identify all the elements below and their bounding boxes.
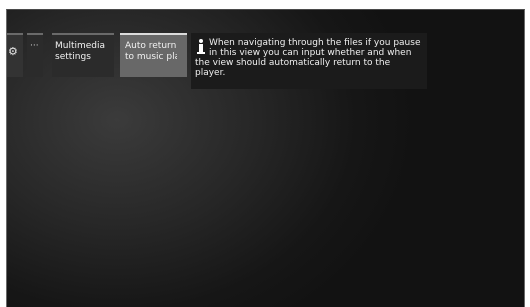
player-screen: ⚙ ··· Multimedia settings Auto return to… <box>6 9 525 307</box>
help-tooltip: When navigating through the files if you… <box>191 33 427 89</box>
auto-return-tab-line2: to music pla <box>125 52 177 62</box>
gear-icon: ⚙ <box>8 45 18 58</box>
more-tab[interactable]: ··· <box>27 33 43 77</box>
more-label: ··· <box>30 41 39 51</box>
multimedia-settings-tab[interactable]: Multimedia settings <box>52 33 114 77</box>
tooltip-text: When navigating through the files if you… <box>195 38 421 78</box>
multimedia-tab-line2: settings <box>55 52 91 62</box>
multimedia-tab-line1: Multimedia <box>55 41 106 51</box>
settings-tab[interactable]: ⚙ <box>7 33 23 77</box>
auto-return-tab[interactable]: Auto return to music pla <box>120 33 187 77</box>
auto-return-tab-line1: Auto return <box>125 41 177 51</box>
info-icon <box>196 39 206 55</box>
